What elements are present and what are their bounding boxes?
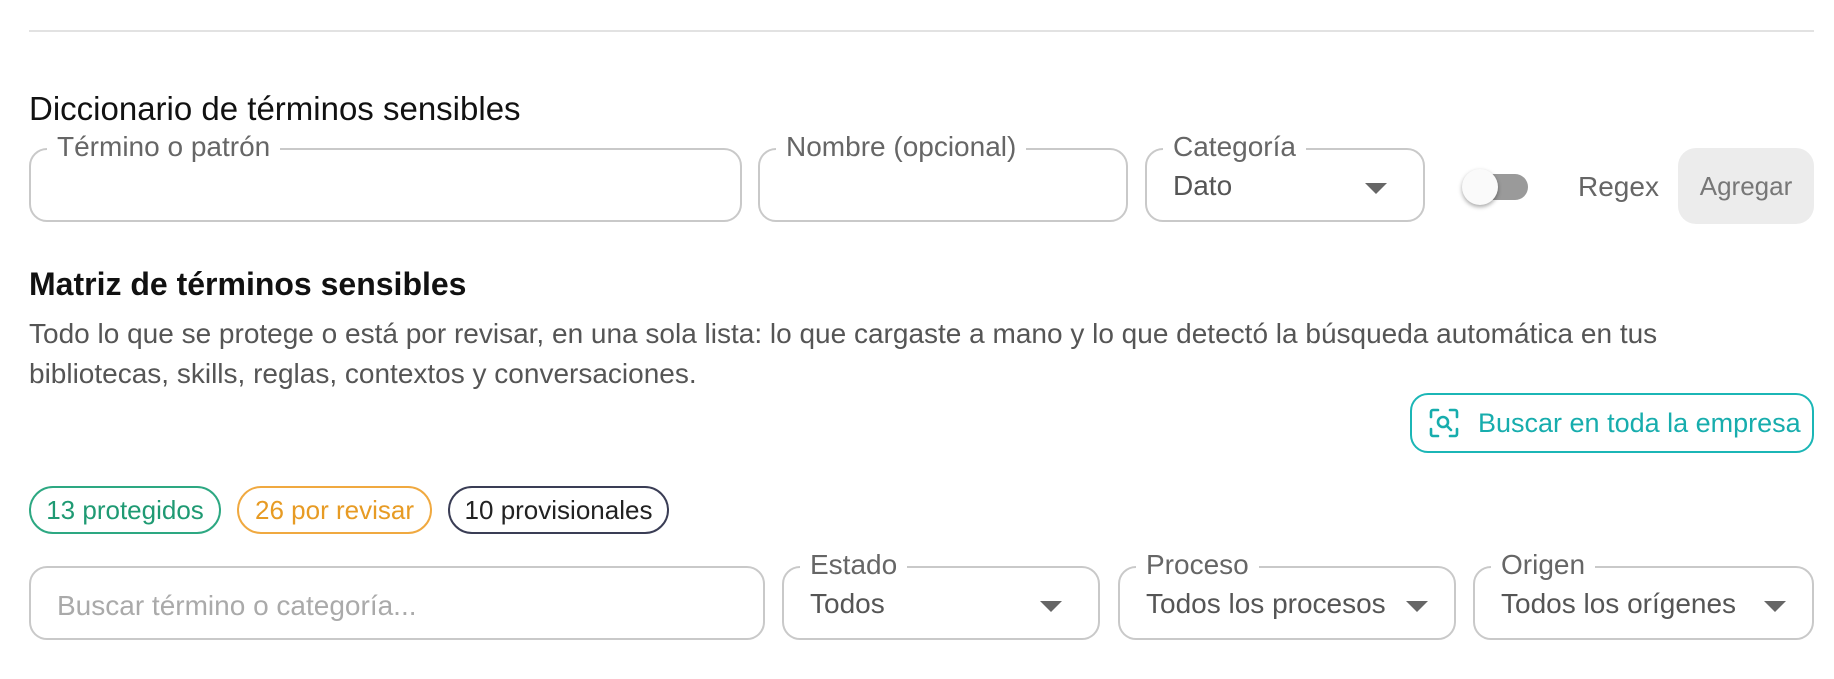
scan-search-icon <box>1429 408 1459 438</box>
add-button[interactable]: Agregar <box>1678 148 1814 224</box>
regex-label: Regex <box>1578 171 1659 202</box>
provisional-count-chip[interactable]: 10 provisionales <box>448 486 669 534</box>
review-count-chip[interactable]: 26 por revisar <box>237 486 432 534</box>
search-placeholder: Buscar término o categoría... <box>57 590 417 621</box>
search-company-label: Buscar en toda la empresa <box>1478 407 1801 438</box>
origin-value: Todos los orígenes <box>1501 588 1737 619</box>
top-divider <box>29 30 1814 32</box>
status-label: Estado <box>800 545 908 585</box>
search-company-button[interactable]: Buscar en toda la empresa <box>1410 393 1814 453</box>
origin-label: Origen <box>1491 545 1596 585</box>
matrix-description: Todo lo que se protege o está por revisa… <box>29 318 1658 389</box>
category-value: Dato <box>1173 170 1233 201</box>
process-value: Todos los procesos <box>1146 588 1386 619</box>
name-field[interactable]: Nombre (opcional) <box>758 127 1128 222</box>
process-select[interactable]: Proceso Todos los procesos <box>1118 545 1456 640</box>
status-value: Todos <box>810 588 885 619</box>
protected-count-chip[interactable]: 13 protegidos <box>29 486 221 534</box>
status-select[interactable]: Estado Todos <box>782 545 1100 640</box>
term-pattern-label: Término o patrón <box>47 127 281 167</box>
category-label: Categoría <box>1163 127 1306 167</box>
regex-toggle[interactable] <box>1462 169 1532 205</box>
caret-down-icon <box>1365 183 1387 194</box>
caret-down-icon <box>1406 601 1428 612</box>
caret-down-icon <box>1764 601 1786 612</box>
caret-down-icon <box>1040 601 1062 612</box>
origin-select[interactable]: Origen Todos los orígenes <box>1473 545 1814 640</box>
name-label: Nombre (opcional) <box>776 127 1027 167</box>
search-input[interactable]: Buscar término o categoría... <box>29 566 765 640</box>
term-pattern-field[interactable]: Término o patrón <box>29 127 742 222</box>
matrix-title: Matriz de términos sensibles <box>29 266 467 302</box>
category-select[interactable]: Categoría Dato <box>1145 127 1425 222</box>
toggle-knob <box>1462 169 1498 205</box>
process-label: Proceso <box>1136 545 1259 585</box>
dictionary-title: Diccionario de términos sensibles <box>29 90 521 127</box>
